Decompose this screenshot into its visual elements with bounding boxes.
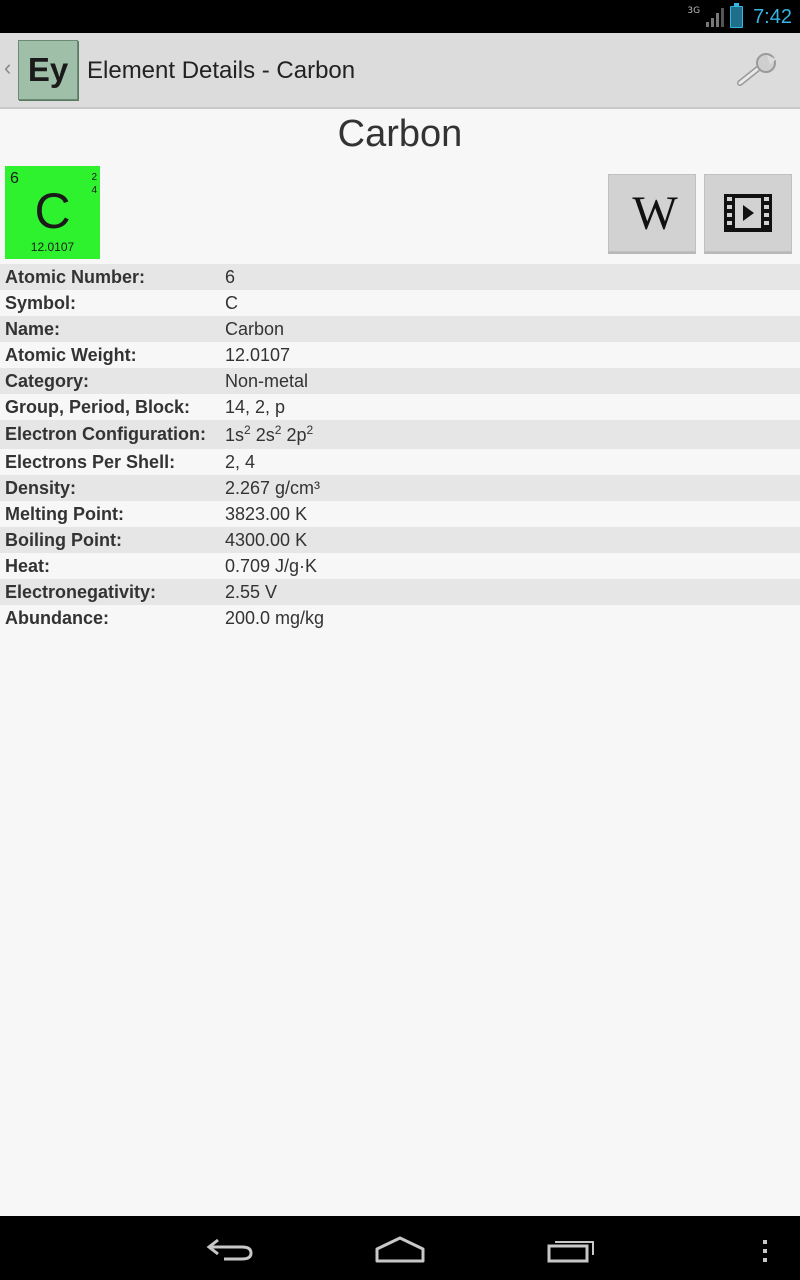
detail-value: 6: [225, 266, 236, 287]
detail-row-name: Name: Carbon: [0, 316, 800, 342]
detail-value-config: 1s2 2s2 2p2: [225, 423, 313, 446]
detail-label: Density:: [5, 477, 77, 498]
detail-label: Category:: [5, 370, 90, 391]
back-icon[interactable]: [204, 1236, 256, 1262]
config-term-base: 2p: [286, 425, 307, 445]
tile-symbol: C: [34, 183, 71, 239]
config-term-exponent: 2: [306, 423, 314, 437]
status-bar: 3G 7:42: [0, 0, 800, 33]
detail-label: Melting Point:: [5, 503, 124, 524]
detail-value: 0.709 J/g·K: [225, 555, 318, 576]
detail-label: Heat:: [5, 555, 51, 576]
detail-label: Symbol:: [5, 292, 77, 313]
detail-value: 12.0107: [225, 344, 291, 365]
clock: 7:42: [753, 5, 792, 28]
detail-value: 2.55 V: [225, 581, 278, 602]
detail-row-symbol: Symbol: C: [0, 290, 800, 316]
detail-value: Carbon: [225, 318, 285, 339]
detail-row-melting-point: Melting Point: 3823.00 K: [0, 501, 800, 527]
config-term-base: 1s: [225, 425, 245, 445]
detail-value: 2, 4: [225, 451, 256, 472]
element-details-table: Atomic Number: 6 Symbol: C Name: Carbon …: [0, 264, 800, 631]
network-type: 3G: [687, 6, 701, 16]
detail-row-boiling-point: Boiling Point: 4300.00 K: [0, 527, 800, 553]
detail-label: Boiling Point:: [5, 529, 122, 550]
tile-weight: 12.0107: [30, 240, 75, 254]
detail-value: 3823.00 K: [225, 503, 308, 524]
detail-value: 14, 2, p: [225, 396, 286, 417]
home-icon[interactable]: [374, 1235, 426, 1263]
detail-row-category: Category: Non-metal: [0, 368, 800, 394]
detail-value: 200.0 mg/kg: [225, 607, 325, 628]
detail-value: Non-metal: [225, 370, 309, 391]
video-button[interactable]: [704, 174, 792, 252]
detail-label: Name:: [5, 318, 61, 339]
detail-value: 2.267 g/cm³: [225, 477, 321, 498]
detail-row-electronegativity: Electronegativity: 2.55 V: [0, 579, 800, 605]
signal-icon: [706, 7, 725, 27]
config-term-base: 2s: [255, 425, 275, 445]
detail-row-atomic-number: Atomic Number: 6: [0, 264, 800, 290]
detail-label: Electron Configuration:: [5, 424, 206, 444]
page-title: Element Details - Carbon: [87, 57, 356, 84]
wikipedia-icon: W: [632, 186, 677, 240]
detail-label: Electronegativity:: [5, 581, 157, 602]
status-icons: 3G 7:42: [687, 3, 792, 30]
detail-row-abundance: Abundance: 200.0 mg/kg: [0, 605, 800, 631]
detail-row-group-period-block: Group, Period, Block: 14, 2, p: [0, 394, 800, 420]
wikipedia-button[interactable]: W: [608, 174, 696, 252]
config-term-exponent: 2: [274, 423, 282, 437]
action-bar: ‹ Ey Element Details - Carbon: [0, 33, 800, 109]
up-caret-icon[interactable]: ‹: [4, 55, 11, 81]
detail-label: Group, Period, Block:: [5, 396, 191, 417]
detail-label: Atomic Weight:: [5, 344, 137, 365]
detail-label: Abundance:: [5, 607, 110, 628]
overflow-menu-icon[interactable]: [760, 1238, 770, 1264]
detail-value: 4300.00 K: [225, 529, 308, 550]
recent-apps-icon[interactable]: [546, 1236, 598, 1264]
battery-charging-icon: [730, 3, 744, 28]
element-name-heading: Carbon: [337, 113, 463, 155]
film-icon: [724, 194, 772, 232]
navigation-bar: [0, 1216, 800, 1280]
detail-label: Electrons Per Shell:: [5, 451, 176, 472]
detail-row-atomic-weight: Atomic Weight: 12.0107: [0, 342, 800, 368]
detail-label: Atomic Number:: [5, 266, 146, 287]
app-icon[interactable]: Ey: [18, 40, 78, 100]
detail-row-density: Density: 2.267 g/cm³: [0, 475, 800, 501]
config-term-exponent: 2: [244, 423, 251, 437]
wrench-icon[interactable]: [736, 53, 780, 87]
element-tile: 6 2 4 C 12.0107: [5, 166, 100, 259]
detail-row-electron-configuration: Electron Configuration: 1s2 2s2 2p2: [0, 420, 800, 449]
detail-row-electrons-per-shell: Electrons Per Shell: 2, 4: [0, 449, 800, 475]
detail-value: C: [225, 292, 238, 313]
detail-row-heat: Heat: 0.709 J/g·K: [0, 553, 800, 579]
